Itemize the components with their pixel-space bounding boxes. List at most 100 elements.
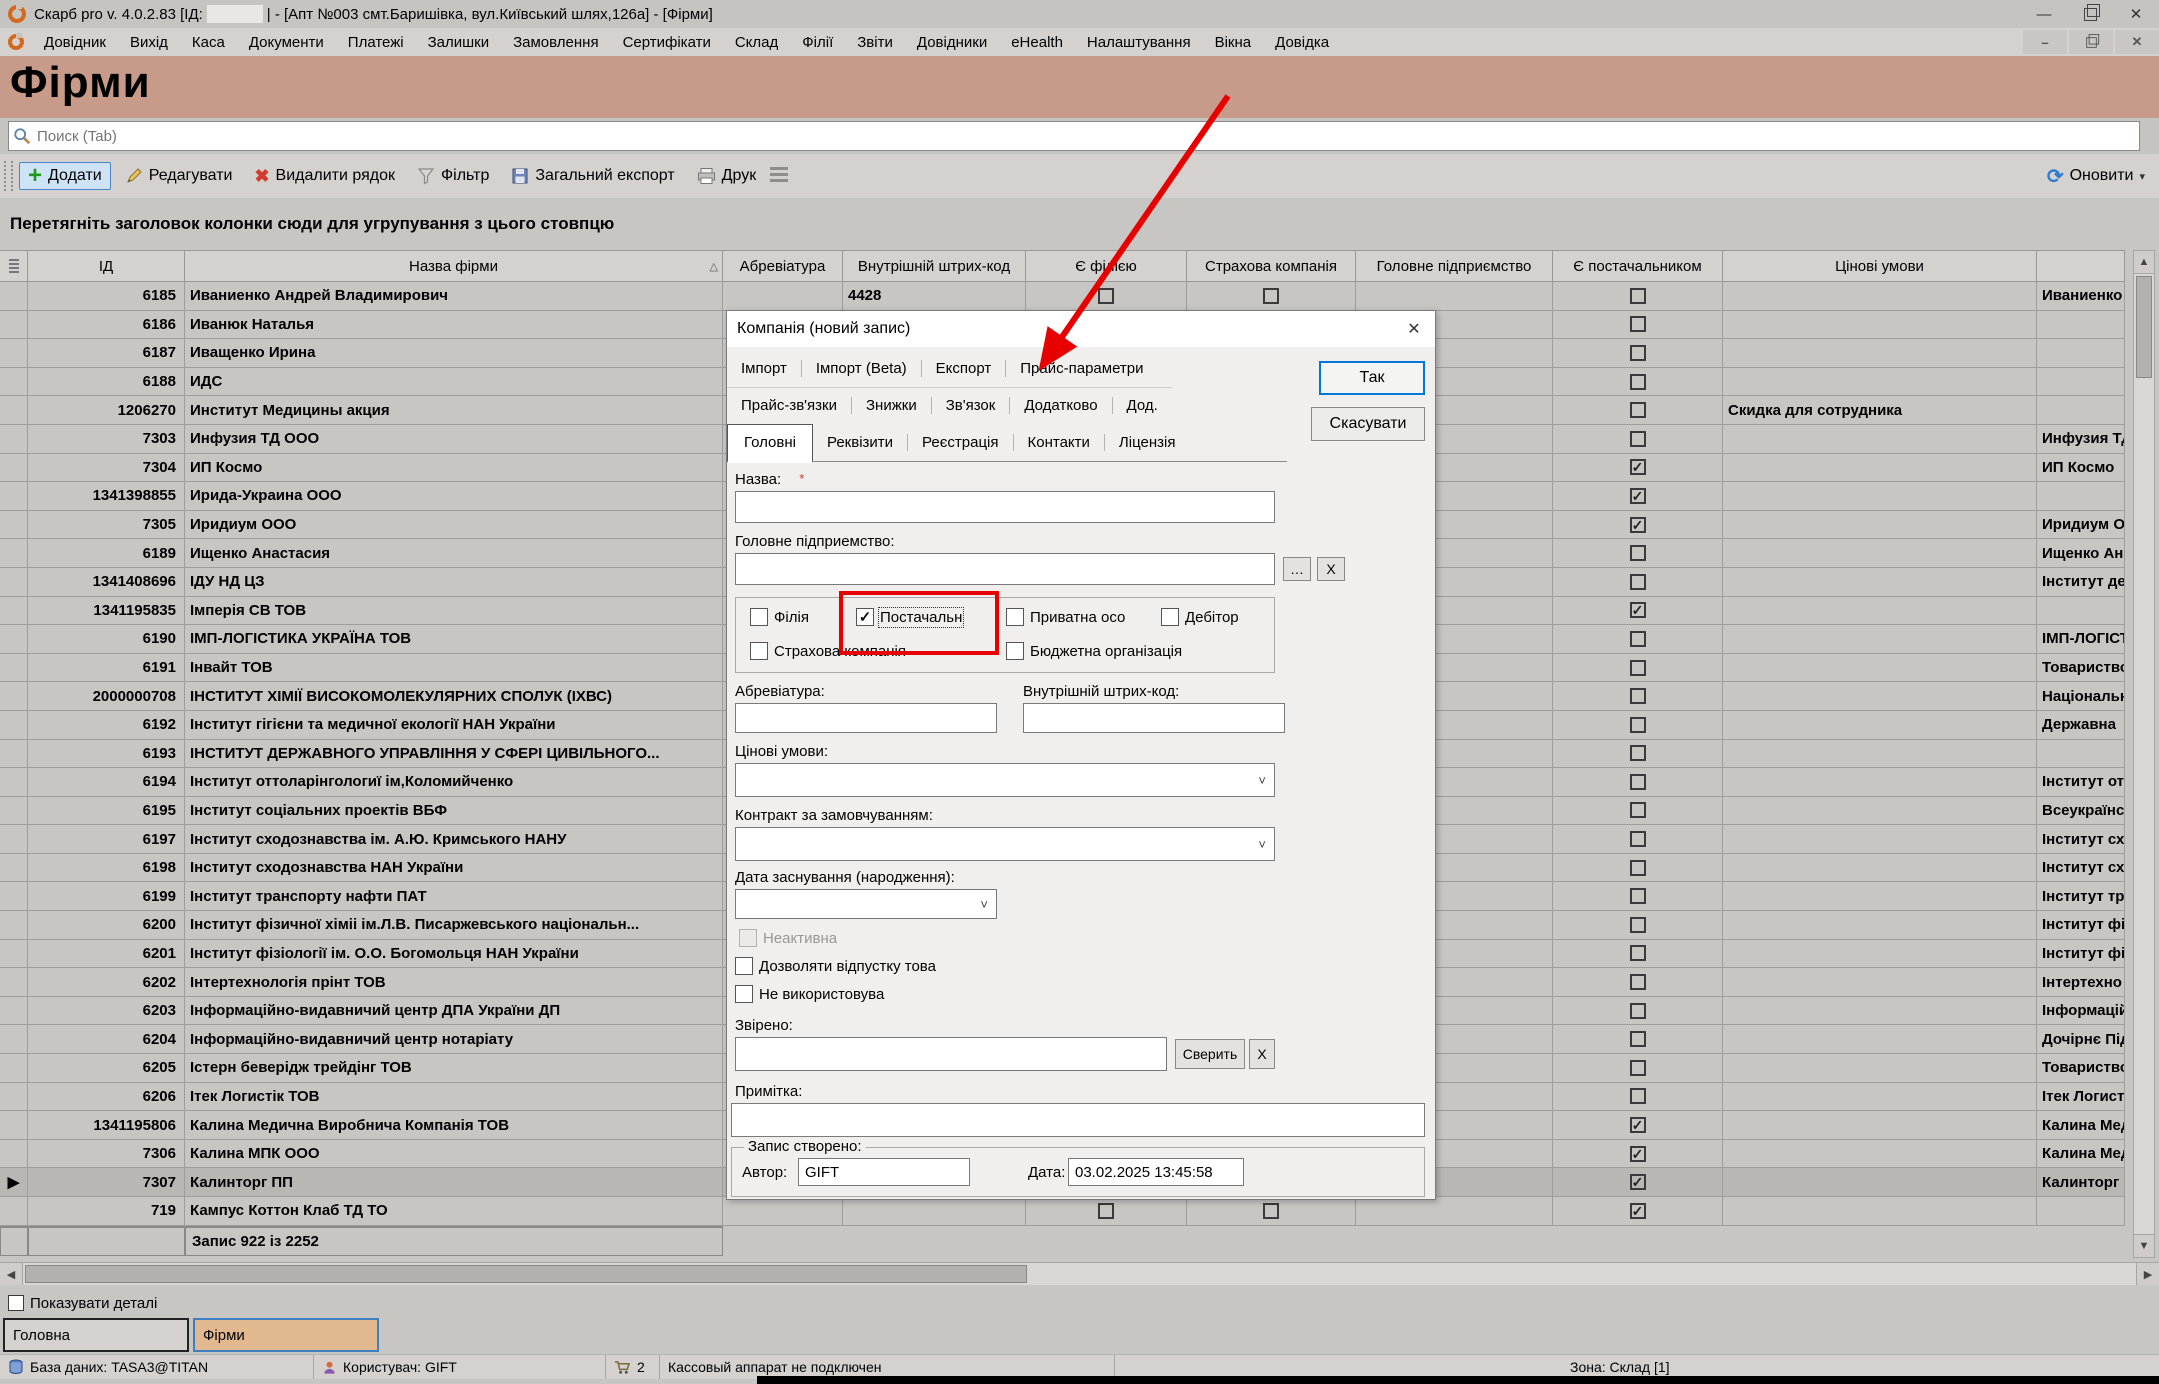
refresh-button[interactable]: ⟳ Оновити ▾ [2047, 164, 2145, 189]
dialog-tab-r3-4[interactable]: Ліцензія [1105, 434, 1190, 451]
restore-button[interactable] [2067, 0, 2113, 28]
cell-is-supplier-checkbox[interactable] [1553, 425, 1723, 454]
dialog-tab-r1-0[interactable]: Імпорт [727, 360, 802, 377]
menu-item-5[interactable]: Залишки [416, 34, 502, 51]
cell-is-supplier-checkbox[interactable] [1553, 968, 1723, 997]
header-extra[interactable] [2037, 250, 2125, 282]
add-button[interactable]: + Додати [19, 162, 111, 190]
tab-firms[interactable]: Фірми [193, 1318, 379, 1352]
horizontal-scroll-thumb[interactable] [25, 1265, 1027, 1283]
debtor-checkbox[interactable]: Дебітор [1161, 608, 1239, 626]
private-person-checkbox[interactable]: Приватна осо [1006, 608, 1125, 626]
dialog-tab-r3-3[interactable]: Контакти [1014, 434, 1105, 451]
dialog-tab-r2-0[interactable]: Прайс-зв'язки [727, 397, 852, 414]
cell-is-supplier-checkbox[interactable] [1553, 1111, 1723, 1140]
cell-is-supplier-checkbox[interactable] [1553, 597, 1723, 626]
mdi-restore-button[interactable] [2069, 30, 2113, 54]
cell-is-supplier-checkbox[interactable] [1553, 1083, 1723, 1112]
cell-insurance-checkbox[interactable] [1187, 282, 1356, 311]
header-abbr[interactable]: Абревіатура [723, 250, 843, 282]
edit-button[interactable]: Редагувати [117, 163, 241, 189]
cell-is-supplier-checkbox[interactable] [1553, 539, 1723, 568]
close-button[interactable]: ✕ [2113, 0, 2159, 28]
cell-is-supplier-checkbox[interactable] [1553, 368, 1723, 397]
menu-item-11[interactable]: Довідники [905, 34, 999, 51]
header-price-terms[interactable]: Цінові умови [1723, 250, 2037, 282]
header-insurance[interactable]: Страхова компанія [1187, 250, 1356, 282]
note-input[interactable] [731, 1103, 1425, 1137]
header-barcode[interactable]: Внутрішній штрих-код [843, 250, 1026, 282]
tab-home[interactable]: Головна [3, 1318, 189, 1352]
not-used-checkbox[interactable]: Не використовува [735, 985, 884, 1003]
dialog-tab-r1-1[interactable]: Імпорт (Beta) [802, 360, 922, 377]
header-is-supplier[interactable]: Є постачальником [1553, 250, 1723, 282]
dialog-tab-r1-2[interactable]: Експорт [922, 360, 1007, 377]
cell-is-supplier-checkbox[interactable] [1553, 768, 1723, 797]
scroll-right-icon[interactable]: ▶ [2136, 1263, 2159, 1285]
parent-browse-button[interactable]: … [1283, 557, 1311, 581]
verify-button[interactable]: Сверить [1175, 1039, 1245, 1069]
parent-company-input[interactable] [735, 553, 1275, 585]
parent-clear-button[interactable]: X [1317, 557, 1345, 581]
header-is-branch[interactable]: Є філією [1026, 250, 1187, 282]
dialog-close-icon[interactable]: ✕ [1401, 317, 1427, 341]
verify-clear-button[interactable]: X [1249, 1039, 1275, 1069]
cell-is-supplier-checkbox[interactable] [1553, 882, 1723, 911]
allow-dispense-checkbox[interactable]: Дозволяти відпустку това [735, 957, 936, 975]
minimize-button[interactable]: — [2021, 0, 2067, 28]
cell-insurance-checkbox[interactable] [1187, 1197, 1356, 1226]
name-input[interactable] [735, 491, 1275, 523]
menu-item-7[interactable]: Сертифікати [611, 34, 723, 51]
cell-is-supplier-checkbox[interactable] [1553, 682, 1723, 711]
founded-date-select[interactable]: ˅ [735, 889, 997, 919]
cell-is-supplier-checkbox[interactable] [1553, 1197, 1723, 1226]
dialog-tab-r2-4[interactable]: Дод. [1113, 397, 1172, 414]
view-columns-icon[interactable] [770, 167, 788, 185]
header-parent[interactable]: Головне підприємство [1356, 250, 1553, 282]
table-row[interactable]: 6185Иваниенко Андрей Владимирович4428Ива… [0, 282, 2125, 311]
menu-item-6[interactable]: Замовлення [501, 34, 610, 51]
header-id[interactable]: ІД [28, 250, 185, 282]
cell-is-branch-checkbox[interactable] [1026, 1197, 1187, 1226]
dialog-tab-r2-2[interactable]: Зв'язок [932, 397, 1011, 414]
dialog-tab-r1-3[interactable]: Прайс-параметри [1006, 360, 1157, 377]
cell-is-supplier-checkbox[interactable] [1553, 311, 1723, 340]
menu-item-14[interactable]: Вікна [1203, 34, 1264, 51]
menu-item-12[interactable]: eHealth [999, 34, 1075, 51]
cell-is-supplier-checkbox[interactable] [1553, 654, 1723, 683]
cell-is-supplier-checkbox[interactable] [1553, 339, 1723, 368]
vertical-scrollbar[interactable]: ▲ ▼ [2133, 250, 2155, 1258]
delete-row-button[interactable]: ✖ Видалити рядок [246, 162, 403, 191]
filia-checkbox[interactable]: Філія [750, 608, 809, 626]
cell-is-supplier-checkbox[interactable] [1553, 454, 1723, 483]
scroll-left-icon[interactable]: ◀ [0, 1263, 23, 1285]
scroll-up-icon[interactable]: ▲ [2134, 251, 2154, 274]
menu-item-1[interactable]: Вихід [118, 34, 180, 51]
cell-is-supplier-checkbox[interactable] [1553, 1054, 1723, 1083]
cell-is-supplier-checkbox[interactable] [1553, 940, 1723, 969]
cell-is-supplier-checkbox[interactable] [1553, 911, 1723, 940]
search-box[interactable] [8, 121, 2140, 151]
print-button[interactable]: Друк [689, 163, 765, 189]
budget-org-checkbox[interactable]: Бюджетна організація [1006, 642, 1182, 660]
dialog-tab-r2-1[interactable]: Знижки [852, 397, 932, 414]
show-details-checkbox[interactable] [8, 1295, 24, 1311]
cell-is-supplier-checkbox[interactable] [1553, 825, 1723, 854]
abbr-input[interactable] [735, 703, 997, 733]
cell-is-supplier-checkbox[interactable] [1553, 711, 1723, 740]
search-input[interactable] [35, 127, 2139, 146]
author-input[interactable]: GIFT [798, 1158, 970, 1186]
menu-item-3[interactable]: Документи [237, 34, 336, 51]
cell-is-supplier-checkbox[interactable] [1553, 482, 1723, 511]
export-button[interactable]: Загальний експорт [503, 163, 682, 189]
cell-is-supplier-checkbox[interactable] [1553, 1168, 1723, 1197]
cell-is-supplier-checkbox[interactable] [1553, 282, 1723, 311]
table-row[interactable]: 719Кампус Коттон Клаб ТД ТО [0, 1197, 2125, 1226]
toolbar-grip[interactable] [4, 161, 13, 191]
cell-is-supplier-checkbox[interactable] [1553, 625, 1723, 654]
vertical-scroll-thumb[interactable] [2136, 276, 2152, 378]
cell-is-supplier-checkbox[interactable] [1553, 1140, 1723, 1169]
cell-is-supplier-checkbox[interactable] [1553, 1025, 1723, 1054]
mdi-close-button[interactable]: ✕ [2115, 30, 2159, 54]
cell-is-supplier-checkbox[interactable] [1553, 396, 1723, 425]
